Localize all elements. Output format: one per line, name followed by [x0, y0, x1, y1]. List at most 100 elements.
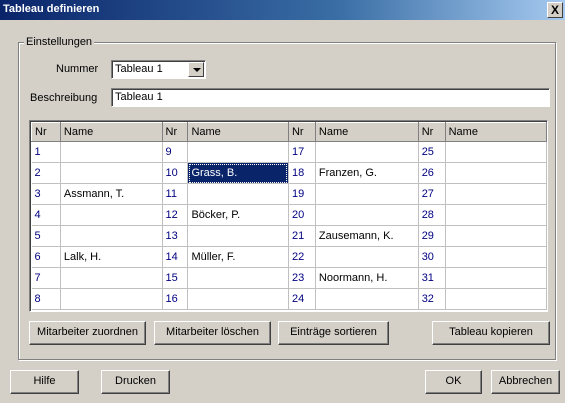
nummer-dropdown-button[interactable] — [188, 62, 204, 77]
slot-number-cell: 25 — [418, 141, 446, 163]
slot-number-cell: 6 — [31, 246, 61, 268]
employee-name-cell[interactable]: Noormann, H. — [315, 267, 419, 289]
slot-number-cell: 19 — [288, 183, 316, 205]
copy-tableau-button[interactable]: Tableau kopieren — [432, 321, 550, 345]
table-row: 3 Assmann, T. 11 19 27 — [31, 183, 547, 205]
table-row: 4 12 Böcker, P. 20 28 — [31, 204, 547, 226]
slot-number-cell: 16 — [162, 288, 189, 310]
employee-name-cell[interactable] — [445, 204, 547, 226]
employee-name-cell[interactable]: Grass, B. — [187, 162, 289, 184]
employee-name-cell[interactable]: Lalk, H. — [60, 246, 163, 268]
employee-name-cell[interactable] — [187, 288, 289, 310]
employee-name-cell[interactable] — [315, 141, 419, 163]
slot-number-cell: 17 — [288, 141, 316, 163]
table-row: 8 16 24 32 — [31, 288, 547, 310]
ok-button[interactable]: OK — [425, 370, 482, 394]
employee-name-cell[interactable] — [60, 141, 163, 163]
employee-name-cell[interactable] — [445, 225, 547, 247]
column-header-nr[interactable]: Nr — [417, 122, 446, 142]
tableau-grid: Nr Name Nr Name Nr Name Nr Name 1 9 17 25 2 10 Grass,… — [29, 120, 548, 312]
column-header-nr[interactable]: Nr — [287, 122, 316, 142]
slot-number-cell: 30 — [418, 246, 446, 268]
slot-number-cell: 7 — [31, 267, 61, 289]
slot-number-cell: 3 — [31, 183, 61, 205]
slot-number-cell: 11 — [162, 183, 189, 205]
table-row: 5 13 21 Zausemann, K. 29 — [31, 225, 547, 247]
slot-number-cell: 5 — [31, 225, 61, 247]
table-row: 6 Lalk, H. 14 Müller, F. 22 30 — [31, 246, 547, 268]
slot-number-cell: 14 — [162, 246, 189, 268]
employee-name-cell[interactable] — [187, 183, 289, 205]
employee-name-cell[interactable] — [445, 141, 547, 163]
column-header-name[interactable]: Name — [187, 122, 289, 142]
table-row: 2 10 Grass, B. 18 Franzen, G. 26 — [31, 162, 547, 184]
employee-name-cell[interactable] — [187, 141, 289, 163]
slot-number-cell: 22 — [288, 246, 316, 268]
employee-name-cell[interactable]: Franzen, G. — [315, 162, 419, 184]
slot-number-cell: 26 — [418, 162, 446, 184]
slot-number-cell: 24 — [288, 288, 316, 310]
table-row: 7 15 23 Noormann, H. 31 — [31, 267, 547, 289]
employee-name-cell[interactable] — [60, 267, 163, 289]
employee-name-cell[interactable] — [445, 183, 547, 205]
slot-number-cell: 23 — [288, 267, 316, 289]
employee-name-cell[interactable] — [315, 183, 419, 205]
slot-number-cell: 8 — [31, 288, 61, 310]
employee-name-cell[interactable] — [445, 246, 547, 268]
close-icon: X — [550, 3, 559, 17]
table-row: 1 9 17 25 — [31, 141, 547, 163]
tableau-table: Nr Name Nr Name Nr Name Nr Name 1 9 17 25 2 10 Grass,… — [31, 122, 547, 310]
slot-number-cell: 28 — [418, 204, 446, 226]
column-header-nr[interactable]: Nr — [31, 122, 61, 142]
window-title: Tableau definieren — [3, 3, 100, 15]
sort-entries-button[interactable]: Einträge sortieren — [278, 321, 389, 345]
beschreibung-input[interactable]: Tableau 1 — [111, 88, 550, 107]
slot-number-cell: 9 — [162, 141, 189, 163]
employee-name-cell[interactable] — [315, 204, 419, 226]
employee-name-cell[interactable]: Zausemann, K. — [315, 225, 419, 247]
slot-number-cell: 12 — [162, 204, 189, 226]
employee-name-cell[interactable] — [315, 288, 419, 310]
column-header-name[interactable]: Name — [444, 122, 547, 142]
settings-legend: Einstellungen — [24, 36, 95, 48]
employee-name-cell[interactable] — [445, 162, 547, 184]
table-header-row: Nr Name Nr Name Nr Name Nr Name — [31, 122, 547, 142]
employee-name-cell[interactable] — [187, 225, 289, 247]
close-button[interactable]: X — [547, 2, 563, 18]
employee-name-cell[interactable] — [187, 267, 289, 289]
employee-name-cell[interactable] — [60, 225, 163, 247]
delete-employee-button[interactable]: Mitarbeiter löschen — [154, 321, 271, 345]
beschreibung-value: Tableau 1 — [115, 91, 163, 103]
chevron-down-icon — [193, 68, 201, 72]
slot-number-cell: 27 — [418, 183, 446, 205]
employee-name-cell[interactable] — [315, 246, 419, 268]
slot-number-cell: 4 — [31, 204, 61, 226]
help-button[interactable]: Hilfe — [10, 370, 79, 394]
nummer-combobox[interactable]: Tableau 1 — [111, 60, 206, 79]
slot-number-cell: 10 — [162, 162, 189, 184]
employee-name-cell[interactable] — [445, 288, 547, 310]
print-button[interactable]: Drucken — [101, 370, 170, 394]
employee-name-cell[interactable]: Müller, F. — [187, 246, 289, 268]
nummer-value: Tableau 1 — [115, 63, 163, 75]
cancel-button[interactable]: Abbrechen — [491, 370, 560, 394]
slot-number-cell: 15 — [162, 267, 189, 289]
employee-name-cell[interactable] — [445, 267, 547, 289]
beschreibung-label: Beschreibung — [30, 92, 98, 104]
slot-number-cell: 31 — [418, 267, 446, 289]
assign-employee-button[interactable]: Mitarbeiter zuordnen — [29, 321, 146, 345]
slot-number-cell: 29 — [418, 225, 446, 247]
slot-number-cell: 18 — [288, 162, 316, 184]
employee-name-cell[interactable] — [60, 288, 163, 310]
column-header-nr[interactable]: Nr — [161, 122, 189, 142]
employee-name-cell[interactable]: Böcker, P. — [187, 204, 289, 226]
slot-number-cell: 1 — [31, 141, 61, 163]
column-header-name[interactable]: Name — [59, 122, 163, 142]
slot-number-cell: 21 — [288, 225, 316, 247]
slot-number-cell: 32 — [418, 288, 446, 310]
employee-name-cell[interactable] — [60, 162, 163, 184]
slot-number-cell: 13 — [162, 225, 189, 247]
employee-name-cell[interactable]: Assmann, T. — [60, 183, 163, 205]
employee-name-cell[interactable] — [60, 204, 163, 226]
column-header-name[interactable]: Name — [314, 122, 419, 142]
